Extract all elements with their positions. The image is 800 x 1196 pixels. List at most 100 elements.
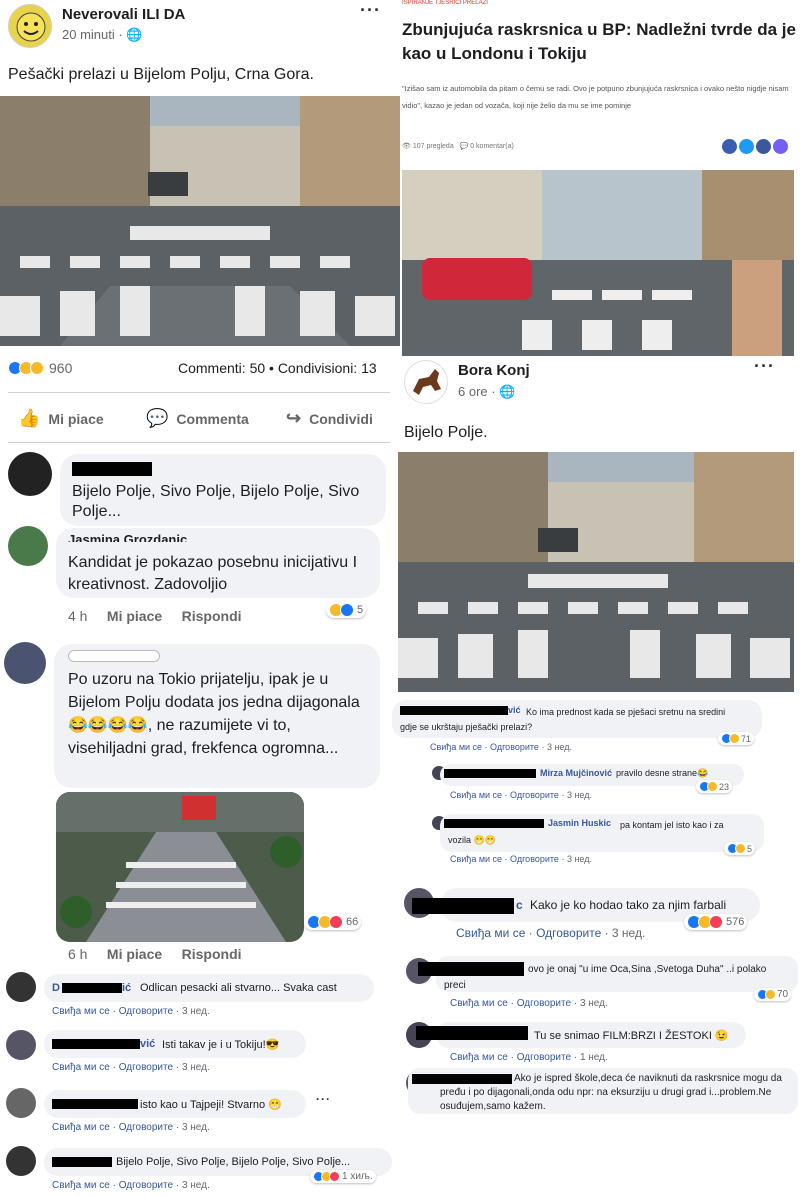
comment-reactions[interactable]: 5 [724,842,756,855]
comment-time[interactable]: 3 нед. [547,742,572,752]
crosswalk-photo [0,96,400,346]
post-photo[interactable] [0,96,400,346]
redacted-name [62,983,122,993]
facebook-icon[interactable] [756,139,771,154]
comment-reply-link[interactable]: Одговорите [119,1180,173,1191]
comment-reactions[interactable]: 5 [326,602,367,618]
comment-time[interactable]: 1 нед. [580,1052,608,1063]
comment-reply-link[interactable]: Одговорите [536,926,601,940]
comment-like-link[interactable]: Свиђа ми се [430,742,482,752]
comment-reply-link[interactable]: Одговорите [119,1006,173,1017]
more-options-icon[interactable]: ··· [316,1092,331,1106]
post-stats[interactable]: Commenti: 50 • Condivisioni: 13 [178,360,377,376]
divider [8,392,390,393]
comment-time[interactable]: 3 нед. [182,1122,210,1133]
comment-like-link[interactable]: Свиђа ми се [450,998,508,1009]
comment-photo[interactable] [56,792,304,942]
thumbs-up-icon: 👍 [18,408,41,428]
post-photo[interactable] [398,452,794,692]
comment-like-link[interactable]: Свиђа ми се [52,1180,110,1191]
share-plus-icon[interactable] [722,139,737,154]
comment-reactions[interactable]: 23 [696,780,733,793]
comment-reactions[interactable]: 1 хиљ. [310,1170,376,1183]
reactions-summary[interactable]: 960 [8,360,72,376]
comment-text: isto kao u Tajpeji! Stvarno 😁 [140,1099,282,1111]
comment-like-link[interactable]: Mi piace [107,946,162,962]
commenter-avatar[interactable] [4,642,46,684]
viber-icon[interactable] [773,139,788,154]
article-views: 👁 107 pregleda 💬 0 komentar(a) [402,143,514,150]
commenter-avatar[interactable] [8,452,52,496]
comment-reply-link[interactable]: Одговорите [517,998,571,1009]
author-name[interactable]: Bora Konj [458,362,530,379]
like-button[interactable]: 👍 Mi piace [18,408,104,429]
comment-meta: Свиђа ми се · Одговорите · 3 нед. [450,854,592,864]
comment-author[interactable]: Mirza Mujčinović [540,768,612,778]
comment-reply-link[interactable]: Одговорите [510,790,559,800]
comment-reaction-count: 70 [777,989,789,1000]
comment-like-link[interactable]: Свиђа ми се [456,926,525,940]
commenter-avatar[interactable] [6,1088,36,1118]
comment-reaction-count: 576 [726,916,745,928]
globe-icon: 🌐 [126,27,143,42]
comment-author-end[interactable]: ić [122,982,131,994]
comment-like-link[interactable]: Mi piace [107,608,162,624]
comment-like-link[interactable]: Свиђа ми се [52,1122,110,1133]
comment-time[interactable]: 4 h [68,608,87,624]
comment-like-link[interactable]: Свиђа ми се [450,854,502,864]
twitter-icon[interactable] [739,139,754,154]
comment-time[interactable]: 3 нед. [182,1006,210,1017]
comment-reactions[interactable]: 66 [304,914,362,930]
love-reaction-icon [329,915,343,929]
comment-time[interactable]: 3 нед. [612,926,645,940]
comment-like-link[interactable]: Свиђа ми се [52,1006,110,1017]
post-time[interactable]: 6 ore · 🌐 [458,384,515,400]
page-avatar[interactable] [8,4,52,48]
comment-time[interactable]: 3 нед. [567,790,592,800]
comment-reactions[interactable]: 576 [684,914,748,930]
comment-time[interactable]: 3 нед. [567,854,592,864]
redacted-name [72,462,152,476]
comment-author[interactable]: Jasmina Grozdanic [68,532,187,542]
commenter-avatar[interactable] [6,1146,36,1176]
more-options-icon[interactable]: ··· [754,356,775,377]
comment-reply-link[interactable]: Одговорите [119,1122,173,1133]
horse-avatar[interactable] [404,360,448,404]
commenter-avatar[interactable] [6,1030,36,1060]
comment-button[interactable]: 💬 Commenta [146,408,249,429]
comment-like-link[interactable]: Свиђа ми се [450,790,502,800]
comment-reply-link[interactable]: Rispondi [182,608,242,624]
comment-reply-link[interactable]: Одговорите [517,1052,571,1063]
wow-reaction-icon [30,361,44,375]
comment-like-link[interactable]: Свиђа ми се [52,1062,110,1073]
commenter-avatar[interactable] [6,972,36,1002]
comment-text: Po uzoru na Tokio prijatelju, ipak je u … [68,671,360,757]
article-photo[interactable] [402,170,794,356]
page-name[interactable]: Neverovali ILI DA [62,6,185,23]
article-comments-text[interactable]: 0 komentar(a) [470,143,514,150]
comment-reply-link[interactable]: Одговорите [490,742,539,752]
comment-time[interactable]: 3 нед. [182,1180,210,1191]
comment-reactions[interactable]: 71 [718,732,755,745]
post-text: Pešački prelazi u Bijelom Polju, Crna Go… [8,66,314,83]
more-options-icon[interactable]: ··· [360,0,381,21]
comment-author-end[interactable]: c [516,898,523,912]
comment-like-link[interactable]: Свиђа ми се [450,1052,508,1063]
article-tag[interactable]: ISPIRANJE TJESRICI PRELAZI [402,0,488,7]
comment-meta: Свиђа ми се · Одговорите · 3 нед. [52,1122,210,1133]
share-button[interactable]: ↪ Condividi [286,408,373,429]
commenter-avatar[interactable] [8,526,48,566]
comment-reply-link[interactable]: Одговорите [119,1062,173,1073]
comment-time[interactable]: 3 нед. [580,998,608,1009]
post-time[interactable]: 20 minuti · 🌐 [62,27,143,43]
article-title[interactable]: Zbunjujuća raskrsnica u BP: Nadležni tvr… [402,18,796,66]
comment-icon: 💬 [146,408,169,428]
share-icons[interactable] [722,139,788,154]
comment-author-initial[interactable]: D [52,982,60,994]
comment-time[interactable]: 3 нед. [182,1062,210,1073]
comment-time[interactable]: 6 h [68,946,87,962]
comment-reply-link[interactable]: Rispondi [182,946,242,962]
comment-author-end[interactable]: vić [140,1038,155,1050]
comment-reply-link[interactable]: Одговорите [510,854,559,864]
comment-reactions[interactable]: 70 [754,988,792,1001]
